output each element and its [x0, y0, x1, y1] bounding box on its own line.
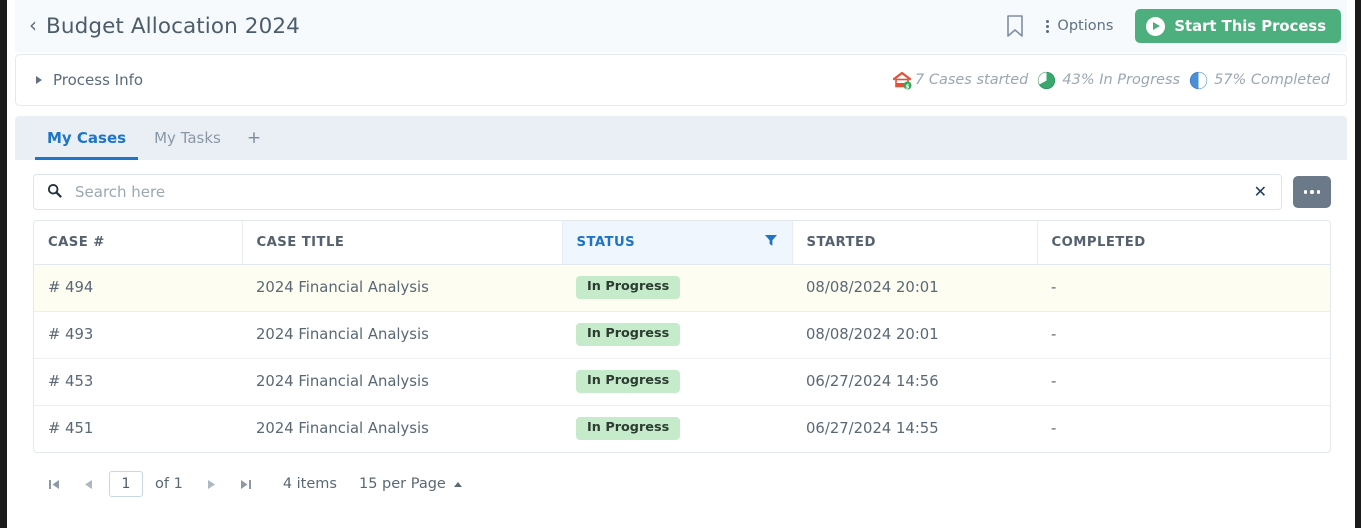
- page-content: ‹ Budget Allocation 2024 Options Start T…: [7, 0, 1355, 528]
- options-button[interactable]: Options: [1042, 14, 1123, 38]
- column-header-case-number[interactable]: CASE #: [34, 221, 243, 265]
- cell-status: In Progress: [562, 405, 792, 452]
- vertical-dots-icon: [1046, 19, 1050, 33]
- plus-icon[interactable]: +: [235, 116, 273, 160]
- cell-started: 06/27/2024 14:55: [806, 420, 939, 438]
- cell-completed: -: [1037, 311, 1330, 359]
- table-row[interactable]: # 451 2024 Financial Analysis In Progres…: [34, 405, 1330, 452]
- cases-started-icon: $: [891, 70, 913, 90]
- cell-case-number: # 493: [34, 311, 242, 359]
- cell-started: 08/08/2024 20:01: [792, 311, 1037, 359]
- status-badge: In Progress: [576, 370, 681, 393]
- tab-my-cases[interactable]: My Cases: [33, 116, 140, 160]
- search-icon: [47, 183, 62, 202]
- add-tab-label: +: [246, 128, 262, 148]
- bookmark-icon[interactable]: [998, 9, 1032, 43]
- page-count-label: of 1: [155, 476, 183, 492]
- stat-cases-started: $ 7 Cases started: [891, 70, 1028, 90]
- cell-case-number: # 451: [48, 420, 94, 438]
- process-info-label: Process Info: [53, 71, 144, 89]
- status-badge: In Progress: [576, 417, 681, 441]
- cell-case-title: 2024 Financial Analysis: [256, 420, 429, 438]
- header-actions: Options Start This Process: [998, 9, 1341, 43]
- start-this-process-button[interactable]: Start This Process: [1135, 9, 1341, 43]
- chevron-left-icon[interactable]: ‹: [29, 15, 37, 35]
- tab-my-tasks-label: My Tasks: [154, 129, 221, 147]
- table-row[interactable]: # 453 2024 Financial Analysis In Progres…: [34, 358, 1330, 406]
- column-header-completed[interactable]: COMPLETED: [1037, 221, 1330, 265]
- cell-started: 06/27/2024 14:56: [792, 358, 1037, 406]
- page-number-input[interactable]: [109, 471, 143, 497]
- search-input[interactable]: [62, 183, 1250, 201]
- cell-completed: -: [1051, 420, 1057, 438]
- process-stats: $ 7 Cases started 43% In Progress 57% Co…: [891, 70, 1330, 90]
- cell-case-title: 2024 Financial Analysis: [242, 311, 562, 359]
- status-badge: In Progress: [576, 323, 681, 346]
- column-label: COMPLETED: [1051, 234, 1146, 250]
- column-header-started[interactable]: STARTED: [792, 221, 1038, 265]
- cases-table: CASE # CASE TITLE STATUS STARTED COMPLET…: [33, 220, 1331, 453]
- play-circle-icon: [1146, 16, 1166, 36]
- column-label: CASE TITLE: [256, 234, 345, 250]
- page-header: ‹ Budget Allocation 2024 Options Start T…: [15, 0, 1347, 52]
- close-x-icon[interactable]: ✕: [1250, 184, 1271, 200]
- cell-case-number: # 453: [34, 358, 242, 406]
- cell-case-title: 2024 Financial Analysis: [242, 264, 562, 312]
- header-left: ‹ Budget Allocation 2024: [29, 14, 998, 39]
- start-button-label: Start This Process: [1174, 17, 1326, 35]
- next-page-icon[interactable]: [195, 469, 229, 499]
- table-row[interactable]: # 493 2024 Financial Analysis In Progres…: [34, 311, 1330, 359]
- process-info-bar: Process Info $ 7 Cases started 43% In Pr…: [15, 54, 1347, 106]
- caret-up-icon: [453, 481, 462, 487]
- prev-page-icon[interactable]: [71, 469, 105, 499]
- page-title: Budget Allocation 2024: [46, 13, 300, 39]
- cell-case-title: 2024 Financial Analysis: [242, 358, 562, 406]
- cell-status: In Progress: [562, 311, 792, 359]
- options-label: Options: [1057, 18, 1114, 34]
- column-header-status[interactable]: STATUS: [562, 221, 793, 265]
- stat-in-progress: 43% In Progress: [1037, 71, 1180, 90]
- column-label: STARTED: [806, 234, 876, 250]
- cell-status: In Progress: [562, 264, 792, 312]
- last-page-icon[interactable]: [229, 469, 263, 499]
- search-box[interactable]: ✕: [33, 174, 1282, 210]
- pie-chart-blue-icon: [1189, 71, 1208, 90]
- status-badge: In Progress: [576, 276, 681, 299]
- svg-text:$: $: [905, 83, 909, 90]
- funnel-icon[interactable]: [764, 233, 778, 251]
- pie-chart-green-icon: [1037, 71, 1056, 90]
- search-toolbar: ✕: [15, 160, 1347, 220]
- browser-viewport: ‹ Budget Allocation 2024 Options Start T…: [0, 0, 1361, 528]
- stat-completed: 57% Completed: [1189, 71, 1330, 90]
- tab-my-cases-label: My Cases: [47, 129, 127, 147]
- cell-completed: -: [1037, 264, 1330, 312]
- completed-text: 57% Completed: [1214, 72, 1330, 88]
- table-header-row: CASE # CASE TITLE STATUS STARTED COMPLET…: [34, 221, 1330, 265]
- cell-status: In Progress: [562, 358, 792, 406]
- process-info-toggle[interactable]: Process Info: [36, 71, 143, 89]
- column-header-case-title[interactable]: CASE TITLE: [242, 221, 563, 265]
- pagination: of 1 4 items 15 per Page: [15, 453, 1347, 499]
- horizontal-dots-icon[interactable]: [1293, 176, 1331, 208]
- per-page-label: 15 per Page: [358, 476, 446, 492]
- triangle-right-icon: [36, 76, 42, 84]
- per-page-selector[interactable]: 15 per Page: [337, 476, 462, 492]
- tab-my-tasks[interactable]: My Tasks: [140, 116, 235, 160]
- cases-started-text: 7 Cases started: [914, 72, 1029, 88]
- cell-completed: -: [1037, 358, 1330, 406]
- table-row[interactable]: # 494 2024 Financial Analysis In Progres…: [34, 264, 1330, 312]
- cell-started: 08/08/2024 20:01: [792, 264, 1037, 312]
- item-count-label: 4 items: [282, 476, 337, 492]
- tab-strip: My Cases My Tasks +: [15, 116, 1347, 160]
- in-progress-text: 43% In Progress: [1062, 72, 1181, 88]
- column-label: CASE #: [48, 234, 105, 250]
- cell-case-number: # 494: [34, 264, 242, 312]
- column-label: STATUS: [576, 234, 636, 250]
- first-page-icon[interactable]: [37, 469, 71, 499]
